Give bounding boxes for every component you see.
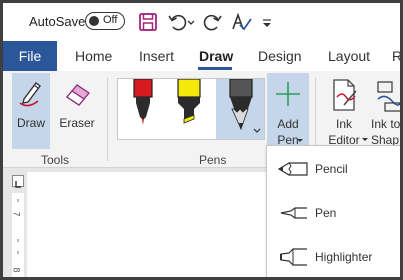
add-pen-menu: Pencil Pen Highlighter	[266, 145, 400, 277]
active-tab-indicator	[198, 67, 232, 70]
red-pen-icon[interactable]	[133, 79, 153, 125]
pen-settings-chevron-icon[interactable]	[253, 128, 261, 133]
ruler-tab-selector[interactable]	[12, 175, 24, 188]
ink-editor-label-1: Ink	[335, 117, 352, 131]
pens-group-label: Pens	[199, 153, 227, 167]
autosave-toggle[interactable]: Off	[85, 12, 125, 30]
black-pencil-icon[interactable]	[229, 79, 253, 131]
ribbon-tabs: File Home Insert Draw Design Layout R	[3, 41, 400, 71]
ink-editor-dropdown-icon	[362, 138, 368, 141]
vertical-ruler: 7 8	[12, 193, 24, 277]
eraser-icon	[66, 84, 90, 106]
ink-to-shape-label-1: Ink to	[371, 117, 400, 131]
draw-tool-button[interactable]: Draw	[12, 73, 50, 149]
draw-tool-label: Draw	[16, 116, 45, 130]
redo-icon[interactable]	[201, 11, 223, 33]
ruler-label-7: 7	[11, 211, 22, 217]
group-separator	[107, 77, 108, 161]
yellow-highlighter-icon[interactable]	[177, 79, 201, 124]
highlighter-icon	[280, 248, 307, 266]
tab-home[interactable]: Home	[75, 41, 112, 71]
eraser-tool-label: Eraser	[59, 116, 95, 130]
autosave-knob	[89, 15, 99, 26]
ruler-ticks	[17, 199, 19, 254]
save-icon[interactable]	[137, 11, 159, 33]
pencil-icon	[277, 162, 308, 176]
tab-references[interactable]: R	[392, 41, 400, 71]
tab-layout[interactable]: Layout	[328, 41, 370, 71]
autosave-label: AutoSave	[29, 14, 86, 29]
menu-item-highlighter[interactable]: Highlighter	[267, 237, 400, 277]
menu-item-pencil-label: Pencil	[315, 162, 348, 176]
eraser-tool-button[interactable]: Eraser	[55, 73, 99, 149]
menu-item-pen-label: Pen	[315, 206, 337, 220]
autosave-state: Off	[103, 14, 118, 26]
pens-gallery-art	[133, 79, 261, 133]
tab-design[interactable]: Design	[258, 41, 302, 71]
menu-item-pencil[interactable]: Pencil	[267, 149, 400, 189]
word-window: AutoSave Off File Home Insert Draw Desig…	[3, 3, 400, 277]
title-bar: AutoSave Off	[3, 3, 400, 41]
pens-gallery	[117, 78, 265, 140]
draw-pen-icon	[19, 82, 41, 107]
pen-icon	[280, 207, 307, 219]
add-pen-dropdown-icon	[297, 139, 303, 142]
menu-item-highlighter-label: Highlighter	[315, 250, 373, 264]
undo-dropdown-icon[interactable]	[185, 11, 197, 33]
customize-qat-icon[interactable]	[260, 11, 274, 33]
tab-insert[interactable]: Insert	[139, 41, 174, 71]
tab-stop-icon	[15, 181, 21, 188]
tools-group-label: Tools	[41, 153, 70, 167]
ink-to-shape-icon	[377, 81, 400, 112]
ink-editor-icon	[333, 79, 357, 111]
spellcheck-icon[interactable]	[230, 11, 252, 33]
add-plus-icon	[276, 82, 300, 106]
ruler-label-8: 8	[11, 267, 22, 273]
menu-item-pen[interactable]: Pen	[267, 193, 400, 233]
tab-file[interactable]: File	[3, 41, 57, 71]
add-pen-label-1: Add	[277, 117, 299, 131]
